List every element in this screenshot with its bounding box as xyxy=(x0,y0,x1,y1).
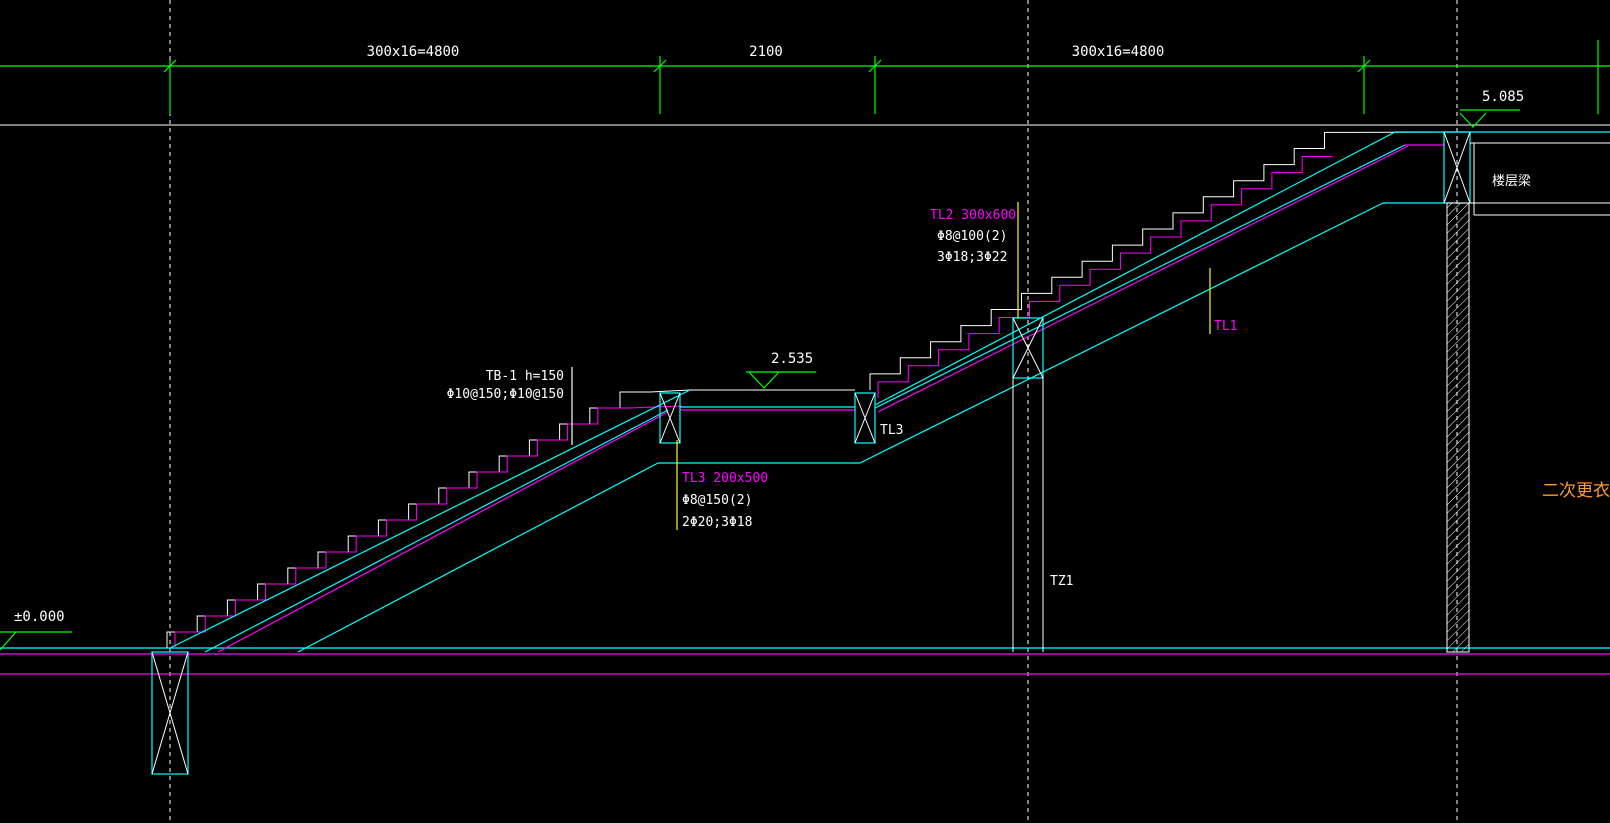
elev-ground-triangle xyxy=(0,631,17,651)
elev-landing-text: 2.535 xyxy=(771,351,813,367)
leader-lines xyxy=(571,202,1211,530)
label-tl3-main: 2Φ20;3Φ18 xyxy=(682,515,752,530)
label-floor-beam: 楼层梁 xyxy=(1492,174,1531,189)
label-tl1-tag: TL1 xyxy=(1214,319,1237,334)
stair-section-drawing[interactable]: 300x16=4800 2100 300x16=4800 ±0.000 2.53… xyxy=(0,0,1610,823)
elev-landing-triangle xyxy=(748,371,780,389)
label-tl2-main: 3Φ18;3Φ22 xyxy=(937,250,1007,265)
axis-lines xyxy=(169,0,1458,823)
dim-flight-2: 300x16=4800 xyxy=(1072,44,1165,60)
dimension-line xyxy=(0,40,1610,114)
label-room-name: 二次更衣 xyxy=(1542,481,1610,501)
label-tl3-title: TL3 200x500 xyxy=(682,471,768,486)
beam-column-boxes xyxy=(151,131,1471,775)
stair-flights xyxy=(166,131,1610,653)
tl3-right-box xyxy=(854,392,876,444)
annotation-labels: TB-1 h=150 Φ10@150;Φ10@150 TL2 300x600 Φ… xyxy=(447,174,1610,589)
flight-1-top-edge xyxy=(169,389,691,649)
flight-1-slab-top xyxy=(204,409,669,653)
right-wall xyxy=(1446,142,1610,653)
label-tb1-title: TB-1 h=150 xyxy=(486,369,564,384)
stair-steps-rebar-2 xyxy=(877,156,1333,398)
flight-2-rebar xyxy=(877,145,1409,413)
dim-landing: 2100 xyxy=(749,44,783,60)
label-tl2-stirrup: Φ8@100(2) xyxy=(937,229,1007,244)
flight-1-rebar xyxy=(217,411,669,653)
label-tl2-title: TL2 300x600 xyxy=(930,208,1016,223)
floor-slab xyxy=(0,647,1610,675)
elev-top-text: 5.085 xyxy=(1482,89,1524,105)
dimension-texts: 300x16=4800 2100 300x16=4800 xyxy=(367,44,1165,60)
label-tz1-tag: TZ1 xyxy=(1050,574,1073,589)
wall-hatch xyxy=(1446,202,1470,653)
flight-2-top-edge xyxy=(874,131,1396,406)
elevation-markers xyxy=(0,109,1520,651)
label-tl3-stirrup: Φ8@150(2) xyxy=(682,493,752,508)
elevation-texts: ±0.000 2.535 5.085 xyxy=(14,89,1524,625)
dim-flight-1: 300x16=4800 xyxy=(367,44,460,60)
elev-ground-text: ±0.000 xyxy=(14,609,65,625)
flight-2-slab xyxy=(874,144,1406,409)
label-tl3-tag: TL3 xyxy=(880,423,903,438)
label-tb1-rebar: Φ10@150;Φ10@150 xyxy=(447,387,564,402)
